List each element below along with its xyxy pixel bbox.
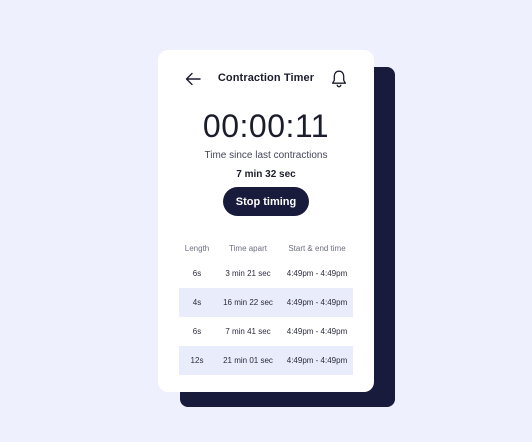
app-stage: Contraction Timer 00:00:11 Time since la…: [0, 0, 532, 442]
back-button[interactable]: [183, 69, 203, 89]
cell-time-apart: 3 min 21 sec: [225, 269, 271, 278]
column-header-start-end: Start & end time: [288, 243, 346, 253]
table-row: 6s 7 min 41 sec 4:49pm - 4:49pm: [179, 317, 353, 346]
cell-length: 6s: [192, 327, 202, 336]
cell-start-end: 4:49pm - 4:49pm: [286, 327, 348, 336]
contractions-table: Length Time apart Start & end time 6s 3 …: [179, 237, 353, 375]
cell-start-end: 4:49pm - 4:49pm: [286, 269, 348, 278]
cell-time-apart: 7 min 41 sec: [225, 327, 271, 336]
cell-time-apart: 16 min 22 sec: [223, 298, 273, 307]
timer-card: Contraction Timer 00:00:11 Time since la…: [158, 50, 374, 392]
cell-start-end: 4:49pm - 4:49pm: [286, 356, 348, 365]
page-title: Contraction Timer: [217, 72, 315, 84]
table-header: Length Time apart Start & end time: [179, 237, 353, 259]
table-row: 6s 3 min 21 sec 4:49pm - 4:49pm: [179, 259, 353, 288]
bell-icon: [331, 70, 347, 88]
arrow-left-icon: [185, 72, 201, 86]
cell-length: 4s: [192, 298, 202, 307]
cell-time-apart: 21 min 01 sec: [223, 356, 273, 365]
column-header-length: Length: [184, 243, 210, 253]
table-row: 12s 21 min 01 sec 4:49pm - 4:49pm: [179, 346, 353, 375]
since-last-label: Time since last contractions: [204, 150, 328, 161]
elapsed-timer: 00:00:11: [202, 108, 330, 144]
column-header-time-apart: Time apart: [229, 243, 267, 253]
cell-length: 6s: [192, 269, 202, 278]
table-row: 4s 16 min 22 sec 4:49pm - 4:49pm: [179, 288, 353, 317]
cell-length: 12s: [190, 356, 204, 365]
since-last-value: 7 min 32 sec: [236, 169, 296, 180]
cell-start-end: 4:49pm - 4:49pm: [286, 298, 348, 307]
stop-timing-button[interactable]: Stop timing: [223, 187, 309, 216]
card-header: Contraction Timer: [158, 50, 374, 108]
notifications-button[interactable]: [328, 68, 350, 90]
